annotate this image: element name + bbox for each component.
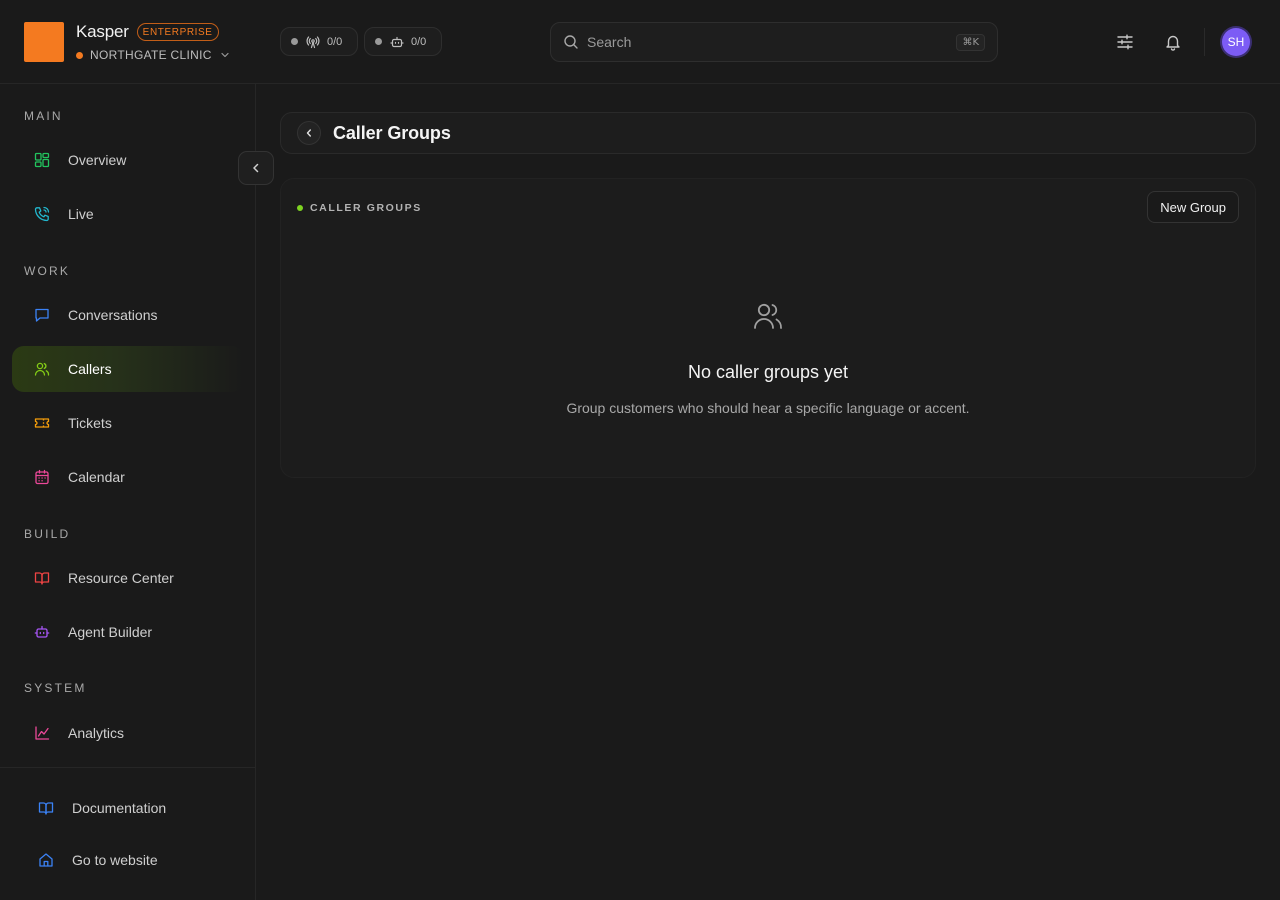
- calls-count: 0/0: [327, 35, 343, 48]
- sidebar-collapse-button[interactable]: [238, 151, 274, 185]
- phone-icon: [34, 206, 50, 222]
- book-open-icon: [38, 800, 54, 816]
- section-title-system: SYSTEM: [24, 681, 87, 695]
- book-icon: [34, 570, 50, 586]
- sidebar: MAIN Overview Live WORK Conversations Ca…: [0, 84, 274, 900]
- agents-count: 0/0: [411, 35, 427, 48]
- calendar-icon: [34, 469, 50, 485]
- sidebar-item-label: Overview: [68, 152, 127, 168]
- sidebar-item-label: Analytics: [68, 725, 125, 741]
- sidebar-item-resource-center[interactable]: Resource Center: [12, 555, 244, 601]
- brand: Kasper ENTERPRISE NORTHGATE CLINIC: [24, 22, 230, 63]
- section-title-main: MAIN: [24, 109, 63, 123]
- documentation-link[interactable]: Documentation: [16, 788, 244, 828]
- new-group-button[interactable]: New Group: [1147, 191, 1239, 223]
- search-icon: [563, 34, 579, 50]
- search-input[interactable]: [587, 34, 957, 50]
- org-switcher[interactable]: NORTHGATE CLINIC: [76, 47, 230, 63]
- sidebar-divider: [0, 767, 255, 768]
- section-title-build: BUILD: [24, 527, 71, 541]
- chevron-down-icon: [220, 50, 230, 60]
- caller-groups-card: CALLER GROUPS New Group No caller groups…: [280, 178, 1256, 478]
- filters-icon[interactable]: [1113, 30, 1137, 54]
- calls-status-dot: [291, 38, 298, 45]
- back-button[interactable]: [297, 121, 321, 145]
- users-icon: [752, 300, 784, 332]
- sidebar-item-label: Conversations: [68, 307, 158, 323]
- empty-state-subtitle: Group customers who should hear a specif…: [566, 400, 970, 416]
- sidebar-item-callers[interactable]: Callers: [12, 346, 244, 392]
- plan-badge: ENTERPRISE: [136, 23, 219, 41]
- empty-state-title: No caller groups yet: [687, 362, 849, 382]
- card-label-text: CALLER GROUPS: [310, 202, 422, 214]
- ticket-icon: [34, 415, 50, 431]
- sidebar-item-calendar[interactable]: Calendar: [12, 454, 244, 500]
- sidebar-item-tickets[interactable]: Tickets: [12, 400, 244, 446]
- search-bar: ⌘K: [550, 22, 998, 62]
- agents-status-dot: [375, 38, 382, 45]
- sidebar-item-conversations[interactable]: Conversations: [12, 292, 244, 338]
- search-shortcut: ⌘K: [956, 33, 985, 51]
- calls-status-pill[interactable]: 0/0: [280, 27, 358, 56]
- sidebar-item-analytics[interactable]: Analytics: [12, 710, 244, 756]
- sidebar-item-label: Agent Builder: [68, 624, 153, 640]
- agents-status-pill[interactable]: 0/0: [364, 27, 442, 56]
- sidebar-item-label: Callers: [68, 361, 112, 377]
- brand-logo[interactable]: [24, 22, 64, 62]
- sidebar-item-label: Resource Center: [68, 570, 174, 586]
- chat-icon: [34, 307, 50, 323]
- website-link[interactable]: Go to website: [16, 840, 244, 880]
- org-status-dot: [76, 51, 83, 59]
- grid-icon: [34, 152, 50, 168]
- sidebar-item-overview[interactable]: Overview: [12, 137, 244, 183]
- footer-item-label: Go to website: [72, 852, 158, 868]
- top-divider: [1204, 28, 1205, 56]
- antenna-icon: [306, 35, 320, 49]
- sidebar-item-label: Tickets: [68, 415, 112, 431]
- sidebar-item-agent-builder[interactable]: Agent Builder: [12, 609, 244, 655]
- bot-icon: [390, 35, 404, 49]
- sidebar-item-label: Live: [68, 206, 94, 222]
- org-name: NORTHGATE CLINIC: [90, 48, 212, 62]
- section-title-work: WORK: [24, 264, 71, 278]
- footer-item-label: Documentation: [72, 800, 167, 816]
- app-name: Kasper: [76, 22, 129, 41]
- status-dot: [297, 205, 303, 211]
- user-avatar[interactable]: SH: [1222, 28, 1250, 56]
- chart-icon: [34, 725, 50, 741]
- bell-icon[interactable]: [1161, 30, 1185, 54]
- sidebar-item-label: Calendar: [68, 469, 125, 485]
- top-bar: Kasper ENTERPRISE NORTHGATE CLINIC 0/0 0…: [0, 0, 1280, 84]
- card-label: CALLER GROUPS: [297, 202, 422, 214]
- page-header: Caller Groups: [280, 112, 1256, 154]
- bot-icon: [34, 624, 50, 640]
- sidebar-item-live[interactable]: Live: [12, 191, 244, 237]
- page-title: Caller Groups: [333, 122, 451, 143]
- home-icon: [38, 852, 54, 868]
- users-icon: [34, 361, 50, 377]
